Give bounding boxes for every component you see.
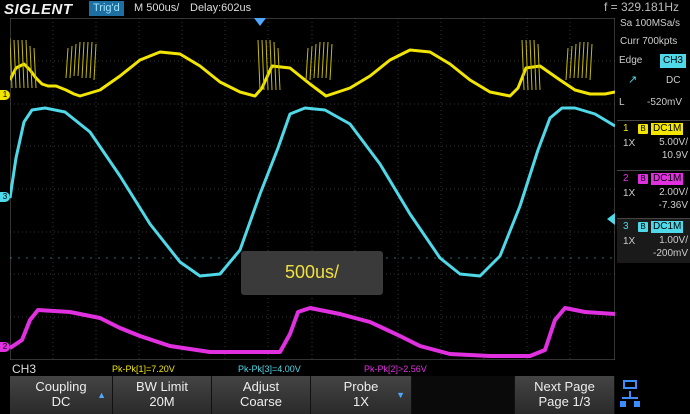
- ch2-coupling: DC1M: [651, 173, 684, 185]
- ch1-marker[interactable]: 1: [0, 90, 10, 100]
- trigger-type[interactable]: Edge: [619, 55, 642, 66]
- down-arrow-icon: ▼: [396, 390, 405, 400]
- trigger-status-badge[interactable]: Trig'd: [89, 1, 124, 16]
- ch1-coupling: DC1M: [651, 123, 684, 135]
- measure-pkpk-ch3: Pk-Pk[3]=4.00V: [238, 364, 301, 374]
- ch2-marker[interactable]: 2: [0, 342, 10, 352]
- coupling-button[interactable]: Coupling DC ▲: [10, 376, 113, 414]
- brand-logo: SIGLENT: [4, 1, 73, 18]
- network-icon: [620, 380, 640, 407]
- bw-limit-label: BW Limit: [136, 379, 188, 394]
- trigger-level-marker[interactable]: [607, 213, 615, 225]
- ch3-coupling: DC1M: [651, 221, 684, 233]
- trigger-position-marker[interactable]: [254, 18, 266, 26]
- adjust-button[interactable]: Adjust Coarse: [212, 376, 311, 414]
- timebase-readout[interactable]: M 500us/: [134, 2, 179, 14]
- ch3-bw-icon: B: [638, 222, 648, 232]
- adjust-label: Adjust: [242, 379, 280, 394]
- trigger-source-badge[interactable]: CH3: [660, 54, 686, 68]
- up-arrow-icon: ▲: [97, 390, 106, 400]
- trigger-level-label: L: [619, 97, 625, 108]
- trigger-level-value[interactable]: -520mV: [647, 97, 682, 108]
- ch1-info-box[interactable]: 1 B DC1M 1X 5.00V/ 10.9V: [617, 120, 690, 165]
- ch1-probe: 1X: [623, 138, 636, 149]
- ch2-number: 2: [623, 173, 629, 184]
- measure-pkpk-ch1: Pk-Pk[1]=7.20V: [112, 364, 175, 374]
- ch3-probe: 1X: [623, 236, 636, 247]
- memory-depth: Curr 700kpts: [620, 36, 678, 47]
- ch2-probe: 1X: [623, 188, 636, 199]
- selected-channel-label: CH3: [12, 362, 37, 376]
- adjust-value: Coarse: [240, 394, 282, 409]
- next-page-value: Page 1/3: [538, 394, 591, 409]
- ch1-number: 1: [623, 123, 629, 134]
- waveform-display[interactable]: [10, 18, 615, 360]
- ch1-scale: 5.00V/: [659, 137, 688, 148]
- ch1-offset: 10.9V: [661, 150, 688, 161]
- sample-rate: Sa 100MSa/s: [620, 18, 681, 29]
- trigger-coupling[interactable]: DC: [666, 75, 680, 86]
- next-page-label: Next Page: [534, 379, 595, 394]
- probe-button[interactable]: Probe 1X ▼: [311, 376, 412, 414]
- bw-limit-button[interactable]: BW Limit 20M: [113, 376, 212, 414]
- ch2-info-box[interactable]: 2 B DC1M 1X 2.00V/ -7.36V: [617, 170, 690, 215]
- ch1-bw-icon: B: [638, 124, 648, 134]
- ch3-scale: 1.00V/: [659, 235, 688, 246]
- next-page-button[interactable]: Next Page Page 1/3: [515, 376, 615, 414]
- ch2-scale: 2.00V/: [659, 187, 688, 198]
- ch3-number: 3: [623, 221, 629, 232]
- empty-softkey[interactable]: [412, 376, 515, 414]
- ch2-offset: -7.36V: [658, 200, 688, 211]
- delay-readout[interactable]: Delay:602us: [190, 2, 251, 14]
- rising-edge-icon: ↗: [628, 74, 638, 86]
- ch3-marker[interactable]: 3: [0, 192, 10, 202]
- ch3-info-box[interactable]: 3 B DC1M 1X 1.00V/ -200mV: [617, 218, 690, 263]
- timebase-popup-text: 500us/: [284, 262, 340, 282]
- bw-limit-value: 20M: [149, 394, 175, 409]
- ch2-bw-icon: B: [638, 174, 648, 184]
- measure-pkpk-ch2: Pk-Pk[2]>2.56V: [364, 364, 427, 374]
- frequency-readout: f = 329.181Hz: [604, 0, 680, 14]
- ch3-offset: -200mV: [652, 248, 688, 259]
